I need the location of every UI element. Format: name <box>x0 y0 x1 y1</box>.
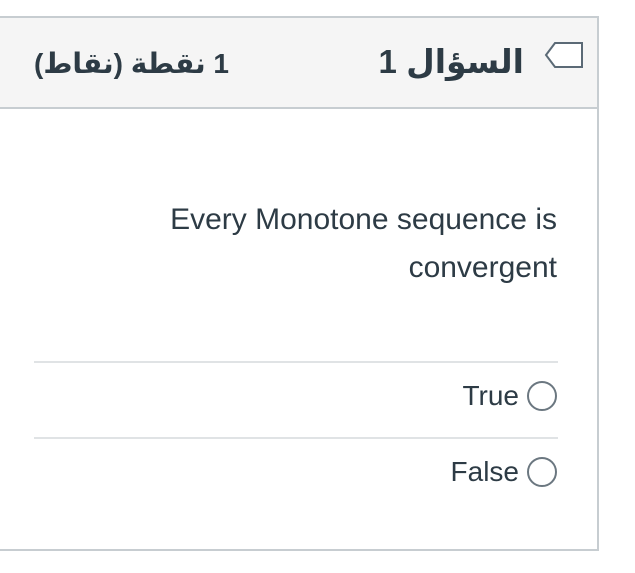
answer-divider <box>34 437 558 439</box>
answer-divider <box>34 361 558 363</box>
question-text: Every Monotone sequence is convergent <box>170 203 557 284</box>
flag-icon[interactable] <box>542 38 584 72</box>
radio-button-true[interactable] <box>527 381 557 411</box>
answer-option-true[interactable]: True <box>462 376 557 416</box>
question-card: 1 نقطة (نقاط) السؤال 1 Every Monotone se… <box>0 16 599 551</box>
answer-label[interactable]: False <box>451 452 519 492</box>
answer-label[interactable]: True <box>462 376 519 416</box>
question-header: 1 نقطة (نقاط) السؤال 1 <box>0 18 597 109</box>
question-title: السؤال 1 <box>378 43 524 80</box>
answer-option-false[interactable]: False <box>451 452 557 492</box>
radio-button-false[interactable] <box>527 457 557 487</box>
question-points: 1 نقطة (نقاط) <box>34 48 229 79</box>
